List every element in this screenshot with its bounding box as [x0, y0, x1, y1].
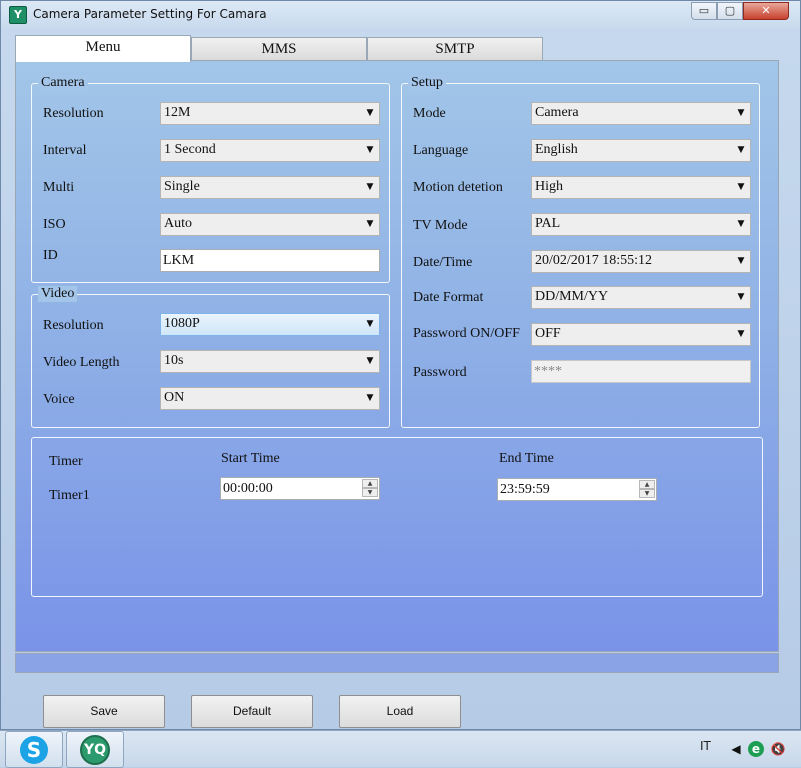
chevron-down-icon: ▼ — [737, 329, 745, 339]
video-group: Video Resolution 1080P ▼ Video Length 10s… — [31, 286, 390, 428]
chevron-down-icon: ▼ — [737, 182, 745, 192]
motion-detection-label: Motion detetion — [413, 180, 503, 195]
chevron-down-icon: ▼ — [366, 219, 374, 229]
language-label: Language — [413, 143, 469, 158]
date-format-label: Date Format — [413, 290, 484, 305]
maximize-button[interactable]: ▢ — [717, 2, 743, 20]
spin-down-icon[interactable]: ▼ — [639, 489, 655, 498]
chevron-down-icon: ▼ — [737, 145, 745, 155]
default-button[interactable]: Default — [191, 695, 313, 728]
iso-select[interactable]: Auto ▼ — [160, 213, 380, 236]
timer-header-label: Timer — [49, 454, 83, 469]
start-time-spinner[interactable]: ▲ ▼ — [362, 479, 378, 498]
chevron-down-icon: ▼ — [366, 145, 374, 155]
menu-tab-panel: Camera Resolution 12M ▼ Interval 1 Second… — [15, 60, 779, 652]
chevron-down-icon: ▼ — [366, 108, 374, 118]
chevron-down-icon: ▼ — [366, 182, 374, 192]
tab-smtp[interactable]: SMTP — [367, 37, 543, 61]
mode-label: Mode — [413, 106, 446, 121]
video-group-legend: Video — [38, 286, 78, 302]
password-onoff-label: Password ON/OFF — [413, 326, 520, 341]
chevron-down-icon: ▼ — [366, 356, 374, 366]
password-input[interactable]: **** — [531, 360, 751, 383]
setup-group: Setup Mode Camera ▼ Language English ▼ Mot… — [401, 75, 760, 428]
password-label: Password — [413, 365, 467, 380]
setup-group-legend: Setup — [408, 75, 446, 91]
password-onoff-select[interactable]: OFF ▼ — [531, 323, 751, 346]
spin-up-icon[interactable]: ▲ — [639, 480, 655, 489]
start-time-header: Start Time — [221, 451, 280, 466]
spin-up-icon[interactable]: ▲ — [362, 479, 378, 488]
camera-group-legend: Camera — [38, 75, 88, 91]
taskbar-app-button[interactable]: YQ — [66, 731, 124, 768]
save-button[interactable]: Save — [43, 695, 165, 728]
chevron-down-icon: ▼ — [366, 319, 374, 329]
tab-mms[interactable]: MMS — [191, 37, 367, 61]
app-logo-icon: Y — [9, 6, 27, 24]
camera-resolution-label: Resolution — [43, 106, 104, 121]
timer1-end-input[interactable]: 23:59:59 ▲ ▼ — [497, 478, 657, 501]
taskbar: S YQ IT ◀ e 🔇 — [0, 730, 801, 768]
end-time-spinner[interactable]: ▲ ▼ — [639, 480, 655, 499]
speaker-icon[interactable]: 🔇 — [770, 741, 786, 757]
close-button[interactable]: ✕ — [743, 2, 789, 20]
motion-detection-select[interactable]: High ▼ — [531, 176, 751, 199]
app-logo-icon: YQ — [80, 735, 110, 765]
chevron-down-icon: ▼ — [737, 219, 745, 229]
spin-down-icon[interactable]: ▼ — [362, 488, 378, 497]
video-resolution-label: Resolution — [43, 318, 104, 333]
tray-app-icon[interactable]: e — [748, 741, 764, 757]
voice-label: Voice — [43, 392, 75, 407]
timer1-start-input[interactable]: 00:00:00 ▲ ▼ — [220, 477, 380, 500]
tv-mode-select[interactable]: PAL ▼ — [531, 213, 751, 236]
multi-select[interactable]: Single ▼ — [160, 176, 380, 199]
voice-select[interactable]: ON ▼ — [160, 387, 380, 410]
minimize-button[interactable]: ▭ — [691, 2, 717, 20]
video-resolution-select[interactable]: 1080P ▼ — [160, 313, 380, 336]
timer1-label: Timer1 — [49, 488, 90, 503]
chevron-down-icon: ▼ — [366, 393, 374, 403]
taskbar-skype-button[interactable]: S — [5, 731, 63, 768]
mode-select[interactable]: Camera ▼ — [531, 102, 751, 125]
end-time-header: End Time — [499, 451, 554, 466]
tray-expand-icon[interactable]: ◀ — [728, 741, 744, 757]
date-time-picker[interactable]: 20/02/2017 18:55:12 ▼ — [531, 250, 751, 273]
tv-mode-label: TV Mode — [413, 218, 468, 233]
window-title: Camera Parameter Setting For Camara — [33, 7, 267, 21]
chevron-down-icon: ▼ — [737, 292, 745, 302]
chevron-down-icon: ▼ — [737, 108, 745, 118]
status-bar — [15, 653, 779, 673]
id-label: ID — [43, 248, 58, 263]
camera-resolution-select[interactable]: 12M ▼ — [160, 102, 380, 125]
interval-label: Interval — [43, 143, 87, 158]
video-length-select[interactable]: 10s ▼ — [160, 350, 380, 373]
video-length-label: Video Length — [43, 355, 120, 370]
title-bar: Y Camera Parameter Setting For Camara ▭ … — [1, 1, 800, 29]
timer-group: Timer Start Time End Time Timer1 00:00:0… — [31, 437, 763, 597]
iso-label: ISO — [43, 217, 66, 232]
tab-menu[interactable]: Menu — [15, 35, 191, 62]
date-format-select[interactable]: DD/MM/YY ▼ — [531, 286, 751, 309]
interval-select[interactable]: 1 Second ▼ — [160, 139, 380, 162]
main-window: Y Camera Parameter Setting For Camara ▭ … — [0, 0, 801, 730]
language-indicator[interactable]: IT — [700, 739, 711, 753]
skype-icon: S — [20, 736, 48, 764]
chevron-down-icon: ▼ — [737, 256, 745, 266]
id-input[interactable]: LKM — [160, 249, 380, 272]
multi-label: Multi — [43, 180, 75, 195]
load-button[interactable]: Load — [339, 695, 461, 728]
date-time-label: Date/Time — [413, 255, 473, 270]
language-select[interactable]: English ▼ — [531, 139, 751, 162]
camera-group: Camera Resolution 12M ▼ Interval 1 Second… — [31, 75, 390, 283]
